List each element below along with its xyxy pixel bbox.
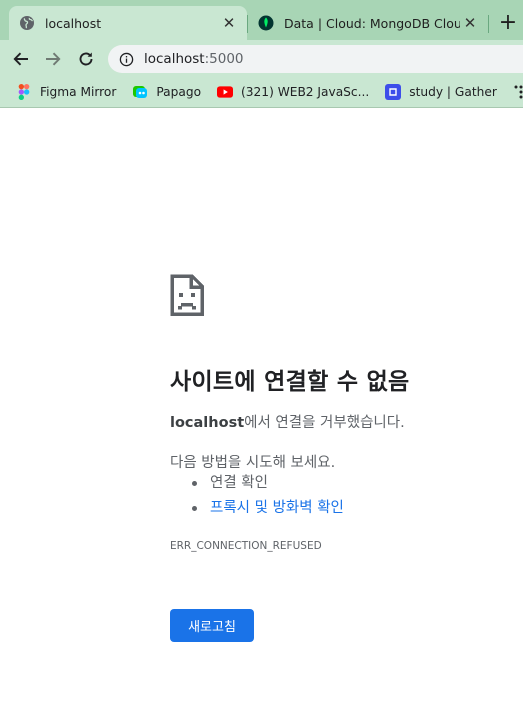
error-description: localhost에서 연결을 거부했습니다. xyxy=(170,411,405,432)
suggestion-proxy-firewall-link[interactable]: 프록시 및 방화벽 확인 xyxy=(192,498,344,523)
reload-button[interactable]: 새로고침 xyxy=(170,609,254,642)
suggestion-check-connection: 연결 확인 xyxy=(192,473,344,498)
reload-toolbar-button[interactable] xyxy=(73,46,99,72)
figma-icon xyxy=(16,84,32,100)
info-icon[interactable] xyxy=(118,51,134,67)
bookmark-label: study | Gather xyxy=(409,85,497,99)
papago-icon xyxy=(132,84,148,100)
reload-icon xyxy=(79,52,93,66)
tab-title: Data | Cloud: MongoDB Cloud xyxy=(284,15,460,31)
tab-localhost[interactable]: localhost ✕ xyxy=(9,6,247,40)
bookmark-papago[interactable]: Papago xyxy=(132,84,201,100)
bookmark-gather[interactable]: study | Gather xyxy=(385,84,497,100)
forward-button[interactable] xyxy=(40,46,66,72)
bookmark-label: Papago xyxy=(156,85,202,99)
dots-icon xyxy=(513,84,523,100)
globe-icon xyxy=(19,15,35,31)
gather-icon xyxy=(385,84,402,100)
error-code: ERR_CONNECTION_REFUSED xyxy=(170,540,322,552)
toolbar: localhost:5000 xyxy=(0,40,523,77)
tab-mongodb[interactable]: Data | Cloud: MongoDB Cloud ✕ xyxy=(248,6,488,40)
error-desc-suffix: 에서 연결을 거부했습니다. xyxy=(244,415,405,431)
forward-arrow-icon xyxy=(46,52,61,66)
bookmarks-bar: Figma Mirror Papago (321) WEB2 JavaSc...… xyxy=(0,77,523,108)
url-port: :5000 xyxy=(204,51,244,67)
bookmark-blog[interactable]: 블로 xyxy=(513,83,523,101)
tab-divider xyxy=(488,15,489,33)
bookmark-youtube[interactable]: (321) WEB2 JavaSc... xyxy=(217,84,369,100)
youtube-icon xyxy=(217,84,234,100)
url-text: localhost:5000 xyxy=(144,51,244,67)
new-tab-button[interactable]: + xyxy=(496,12,520,36)
back-button[interactable] xyxy=(8,46,34,72)
back-arrow-icon xyxy=(13,52,28,66)
url-host: localhost xyxy=(144,51,205,67)
tab-title: localhost xyxy=(45,15,102,31)
mongodb-leaf-icon xyxy=(258,15,274,31)
error-title: 사이트에 연결할 수 없음 xyxy=(170,369,410,395)
address-bar[interactable]: localhost:5000 xyxy=(108,45,523,73)
close-tab-icon[interactable]: ✕ xyxy=(219,13,239,33)
error-host: localhost xyxy=(170,415,245,431)
tab-strip: localhost ✕ Data | Cloud: MongoDB Cloud … xyxy=(0,0,523,40)
bookmark-label: (321) WEB2 JavaSc... xyxy=(241,85,370,99)
sad-page-icon xyxy=(170,274,204,316)
close-tab-icon[interactable]: ✕ xyxy=(460,13,480,33)
suggestions-list: 연결 확인 프록시 및 방화벽 확인 xyxy=(192,473,344,523)
bookmark-label: Figma Mirror xyxy=(40,85,117,99)
bookmark-figma-mirror[interactable]: Figma Mirror xyxy=(16,84,116,100)
suggestions-heading: 다음 방법을 시도해 보세요. xyxy=(170,455,336,471)
